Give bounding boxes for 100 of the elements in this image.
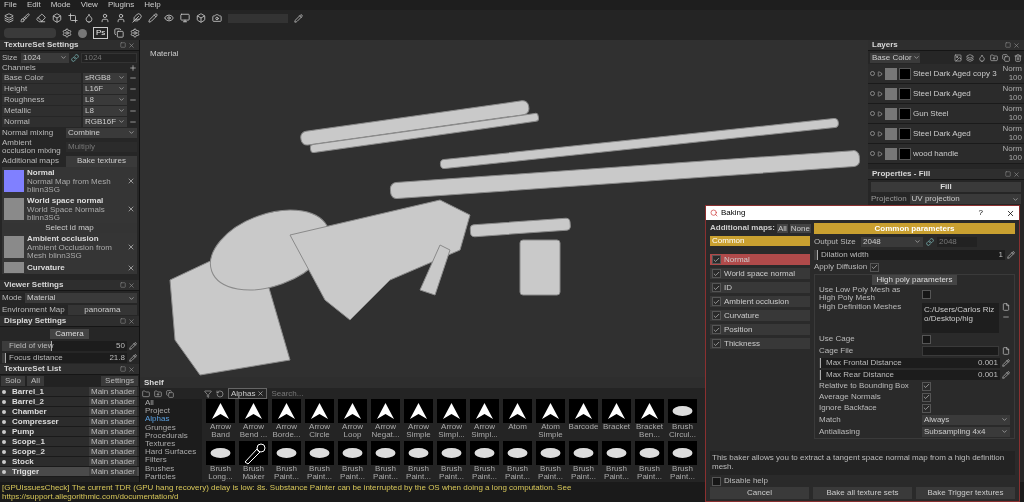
shelf-item-label: Arrow Negat... — [370, 423, 401, 439]
shelf-item-label: Arrow Loop — [341, 423, 364, 439]
shelf-item-label: Atom Simple — [537, 423, 564, 439]
opacity-value: 100 — [1008, 74, 1022, 82]
textureset-name: Chamber — [12, 407, 48, 416]
shelf-item-label: Arrow Bend ... — [238, 423, 269, 439]
shelf-item-label: Brush Paint... — [603, 465, 630, 481]
bake-map-label: World space normal — [724, 269, 795, 278]
channels-label: Channels — [2, 63, 36, 72]
layer-name: Gun Steel — [913, 109, 950, 118]
shelf-item-label: Arrow Simple — [405, 423, 432, 439]
shelf-item-label: Arrow Band — [209, 423, 232, 439]
shelf-item-label: Brush Paint... — [405, 465, 432, 481]
viewport-label: Material — [150, 50, 179, 58]
bake-map-label: Normal — [724, 255, 750, 264]
opacity-value: 100 — [1008, 154, 1022, 162]
status-message: [GPUIssuesCheck] The current TDR (GPU hang recovery) delay is low: 8s. Substance Painter can be interrupted by the OS when doing a long computation. See https://support.allegorithmic.com/documentation/d — [2, 483, 573, 501]
blend-mode: Norm — [1002, 125, 1022, 133]
slider-value: 1 — [998, 250, 1003, 259]
shelf-item-label: Brush Maker — [241, 465, 266, 481]
textureset-name: Stock — [12, 457, 35, 466]
opacity-value: 100 — [1008, 114, 1022, 122]
opacity-value: 100 — [1008, 94, 1022, 102]
panel-title: Properties - Fill — [872, 170, 931, 178]
shelf-item-label: Brush Paint... — [636, 465, 663, 481]
param-label: Ignore Backface — [819, 404, 878, 412]
shelf-item-label: Brush Paint... — [537, 465, 564, 481]
panel-title: TextureSet Settings — [4, 41, 79, 49]
panel-title: TextureSet List — [4, 365, 62, 373]
map-name: Curvature — [27, 263, 66, 272]
layer-name: Steel Dark Aged — [913, 129, 972, 138]
textureset-name: Scope_1 — [12, 437, 46, 446]
shelf-item-label: Arrow Simpl... — [470, 423, 499, 439]
shelf-item-label: Arrow Borde... — [271, 423, 302, 439]
disable-help-label: Disable help — [724, 477, 769, 485]
layer-name: wood handle — [913, 149, 960, 158]
shelf-item-label: Brush Paint... — [570, 465, 597, 481]
bake-map-label: Curvature — [724, 311, 760, 320]
mode-label: Mode — [2, 294, 22, 302]
bake-map-label: ID — [724, 283, 732, 292]
param-label: Relative to Bounding Box — [819, 382, 910, 390]
help-text: This baker allows you to extract a tangent space normal map from a high definition mesh. — [712, 453, 1006, 471]
projection-label: Projection — [871, 195, 907, 203]
normal-mixing-label: Normal mixing — [2, 128, 55, 137]
slider-label: Focus distance — [9, 354, 63, 362]
map-name: Ambient occlusion — [27, 234, 100, 243]
textureset-name: Pump — [12, 427, 36, 436]
map-name: Normal — [27, 168, 56, 177]
map-description: Ambient Occlusion from Mesh blinn3SG — [27, 244, 113, 260]
opacity-value: 100 — [1008, 134, 1022, 142]
shelf-item-label: Brush Paint... — [273, 465, 300, 481]
slider-value: 50 — [116, 342, 125, 350]
map-description: Normal Map from Mesh blinn3SG — [27, 178, 112, 194]
shelf-item-label: Atom — [508, 423, 527, 431]
blend-mode: Norm — [1002, 105, 1022, 113]
ao-mixing-label: Ambient occlusion mixing — [2, 138, 62, 155]
param-label: Apply Diffusion — [814, 263, 868, 271]
map-description: World Space Normals blinn3SG — [27, 206, 106, 222]
param-label: Use Cage — [819, 335, 856, 343]
textureset-name: Compresser — [12, 417, 60, 426]
param-label: Match — [819, 415, 842, 424]
slider-value: 0.001 — [977, 370, 998, 379]
additional-maps-label: Additional maps — [2, 157, 60, 165]
slider-value: 21.8 — [109, 354, 125, 362]
panel-title: Layers — [872, 41, 898, 49]
shelf-item-label: Brush Paint... — [438, 465, 465, 481]
map-name: World space normal — [27, 196, 105, 205]
shelf-item-label: Brush Paint... — [372, 465, 399, 481]
blend-mode: Norm — [1002, 145, 1022, 153]
textureset-name: Barrel_2 — [12, 397, 46, 406]
shelf-item-label: Brush Paint... — [306, 465, 333, 481]
environment-map-label: Environment Map — [2, 306, 65, 314]
bake-map-label: Ambient occlusion — [724, 297, 789, 306]
textureset-name: Scope_2 — [12, 447, 46, 456]
param-label: Antialiasing — [819, 427, 861, 436]
param-label: Cage File — [819, 346, 855, 355]
shelf-item-label: Brush Paint... — [504, 465, 531, 481]
blend-mode: Norm — [1002, 85, 1022, 93]
textureset-name: Trigger — [12, 467, 41, 476]
bake-map-label: Thickness — [724, 339, 760, 348]
section-title: Common parameters — [874, 224, 955, 233]
shelf-item-label: Brush Long... — [207, 465, 234, 481]
additional-maps-label: Additional maps: — [710, 224, 775, 232]
panel-title: Viewer Settings — [4, 281, 64, 289]
bake-map-label: Position — [724, 325, 753, 334]
shelf-item-label: Brush Paint... — [339, 465, 366, 481]
panel-title: Shelf — [144, 378, 164, 387]
param-label: Output Size — [814, 237, 857, 246]
panel-title: Display Settings — [4, 317, 67, 325]
slider-label: Dilation width — [821, 250, 869, 259]
shelf-item-label: Bracket — [602, 423, 631, 431]
shelf-item-label: Arrow Simpl... — [437, 423, 466, 439]
dialog-title: Baking — [721, 209, 746, 217]
shelf-item-label: Arrow Circle — [308, 423, 331, 439]
size-label: Size — [2, 53, 19, 62]
shelf-item-label: Bracket Ben... — [634, 423, 665, 439]
blend-mode: Norm — [1002, 65, 1022, 73]
shelf-item-label: Brush Paint... — [669, 465, 696, 481]
shelf-item-label: Brush Circul... — [667, 423, 698, 439]
slider-value: 0.001 — [977, 358, 998, 367]
